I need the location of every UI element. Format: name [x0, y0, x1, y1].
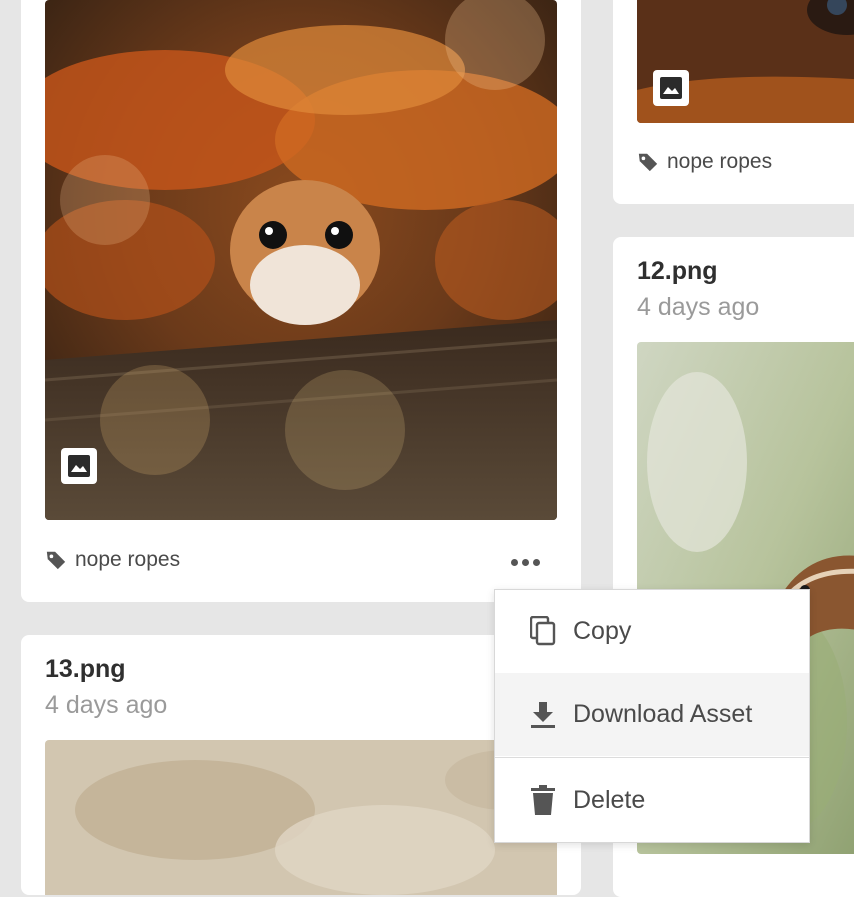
asset-title[interactable]: 13.png [45, 655, 126, 684]
tag-row: nope ropes [637, 150, 772, 174]
menu-item-label: Copy [573, 616, 632, 645]
asset-thumbnail[interactable] [637, 0, 854, 123]
image-type-icon [653, 70, 689, 106]
snake-photo [45, 0, 557, 520]
download-icon [529, 700, 557, 730]
asset-card[interactable]: nope ropes [613, 0, 854, 204]
asset-thumbnail[interactable] [45, 0, 557, 520]
copy-icon [529, 616, 557, 646]
more-options-button[interactable] [505, 548, 545, 576]
tag-label[interactable]: nope ropes [667, 150, 772, 174]
trash-icon [529, 785, 557, 815]
menu-item-delete[interactable]: Delete [495, 758, 809, 842]
menu-item-label: Delete [573, 785, 646, 814]
asset-title[interactable]: 12.png [637, 257, 718, 286]
asset-card[interactable]: nope ropes [21, 0, 581, 602]
asset-thumbnail[interactable] [45, 740, 557, 895]
image-type-icon [61, 448, 97, 484]
asset-date: 4 days ago [45, 691, 168, 719]
menu-item-copy[interactable]: Copy [495, 590, 809, 672]
menu-item-label: Download Asset [573, 700, 753, 728]
tag-icon [638, 153, 658, 172]
snake-photo [45, 740, 557, 895]
asset-date: 4 days ago [637, 293, 760, 321]
tag-icon [46, 551, 66, 570]
menu-item-download-asset[interactable]: Download Asset [495, 673, 809, 756]
tag-row: nope ropes [45, 548, 180, 572]
context-menu: Copy Download Asset Delete [494, 589, 810, 843]
tag-label[interactable]: nope ropes [75, 548, 180, 572]
